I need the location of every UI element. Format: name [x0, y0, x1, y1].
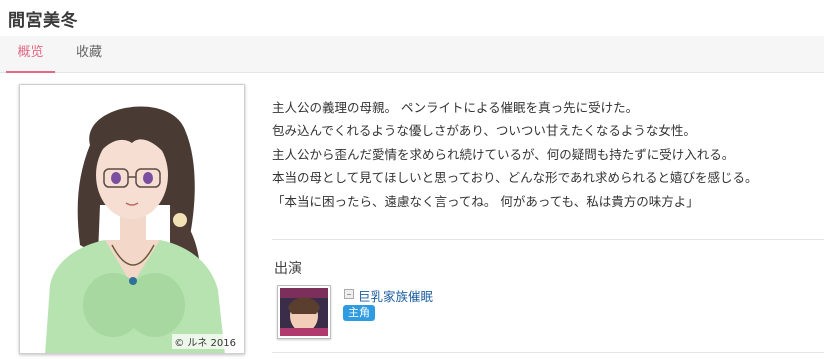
work-title-link[interactable]: 巨乳家族催眠 — [358, 286, 433, 305]
work-thumbnail[interactable] — [277, 285, 331, 339]
tab-collection[interactable]: 收藏 — [63, 36, 115, 73]
section-divider — [272, 239, 824, 240]
role-badge: 主角 — [343, 305, 375, 321]
appearances-heading: 出演 — [274, 261, 302, 277]
character-description: 主人公の義理の母親。 ペンライトによる催眠を真っ先に受けた。 包み込んでくれるよ… — [272, 96, 820, 213]
tab-bar: 概览 收藏 — [0, 36, 824, 73]
character-illustration — [20, 85, 244, 353]
copyright-text: © ルネ 2016 — [172, 334, 238, 349]
description-line: 主人公から歪んだ愛情を求められ続けているが、何の疑問も持たずに受け入れる。 — [272, 146, 735, 162]
work-cover-image — [280, 288, 328, 336]
section-divider — [272, 352, 824, 353]
description-line: 包み込んでくれるような優しさがあり、ついつい甘えたくなるような女性。 — [272, 123, 696, 139]
game-icon — [344, 289, 354, 299]
character-portrait: © ルネ 2016 — [19, 84, 245, 354]
description-line: 本当の母として見てほしいと思っており、どんな形であれ求められると嬉びを感じる。 — [272, 170, 758, 186]
tab-overview[interactable]: 概览 — [6, 36, 55, 73]
page-title: 間宮美冬 — [8, 11, 78, 31]
description-line: 主人公の義理の母親。 ペンライトによる催眠を真っ先に受けた。 — [272, 100, 639, 115]
description-line: 「本当に困ったら、遠慮なく言ってね。 何があっても、私は貴方の味方よ」 — [272, 193, 699, 209]
